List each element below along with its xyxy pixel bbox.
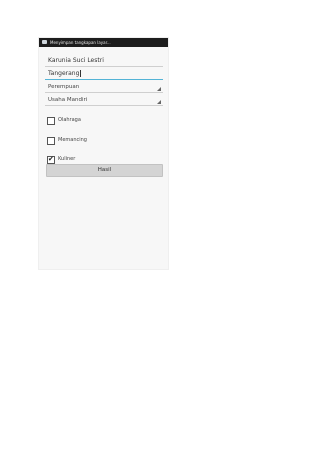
city-field-value: Tangerang [48, 70, 80, 77]
gender-spinner[interactable]: Perempuan [45, 82, 163, 93]
status-bar: Menyimpan tangkapan layar... [39, 38, 168, 47]
occupation-spinner-value: Usaha Mandiri [48, 97, 88, 103]
name-field-value: Karunia Suci Lestri [48, 57, 104, 64]
occupation-spinner[interactable]: Usaha Mandiri [45, 95, 163, 106]
text-cursor [80, 70, 82, 77]
hobby-label: Olahraga [58, 117, 81, 123]
checkbox-unchecked-icon[interactable] [47, 117, 55, 125]
name-field[interactable]: Karunia Suci Lestri [45, 56, 163, 67]
hasil-button[interactable]: Hasil [46, 164, 163, 177]
hobby-label: Kuliner [58, 156, 76, 162]
hobby-label: Memancing [58, 137, 87, 143]
dropdown-triangle-icon [157, 87, 161, 91]
dropdown-triangle-icon [157, 100, 161, 104]
city-field[interactable]: Tangerang [45, 69, 163, 80]
gender-spinner-value: Perempuan [48, 84, 80, 90]
screenshot-icon [42, 40, 47, 44]
hobby-checkbox-memancing[interactable]: Memancing [47, 136, 157, 146]
status-notification: Menyimpan tangkapan layar... [50, 40, 111, 45]
checkbox-unchecked-icon[interactable] [47, 137, 55, 145]
checkbox-checked-icon[interactable]: ✔ [47, 155, 55, 164]
hobby-checkbox-olahraga[interactable]: Olahraga [47, 116, 157, 126]
checkmark-icon: ✔ [48, 155, 54, 163]
phone-screen: Menyimpan tangkapan layar... Karunia Suc… [38, 37, 169, 270]
